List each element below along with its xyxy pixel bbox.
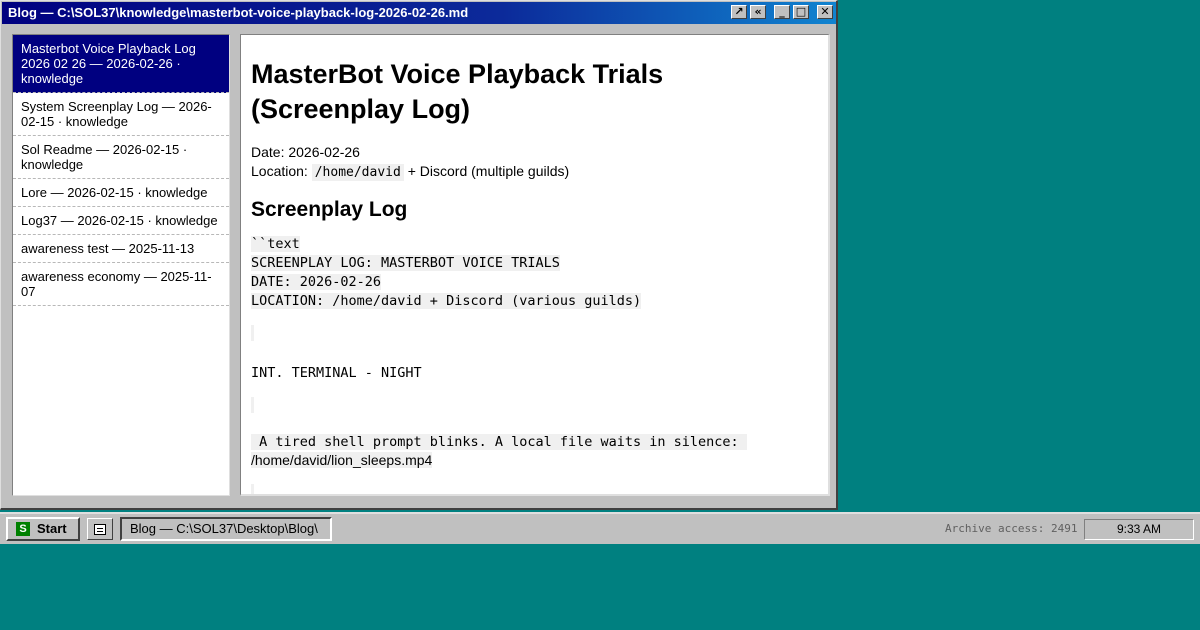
scene-paragraph: A tired shell prompt blinks. A local fil… <box>251 433 818 470</box>
window-controls: ↗ « _ □ ✕ <box>731 5 833 19</box>
system-clock[interactable]: 9:33 AM <box>1084 519 1194 540</box>
post-list-item-masterbot[interactable]: Masterbot Voice Playback Log 2026 02 26 … <box>13 35 229 93</box>
article-title: MasterBot Voice Playback Trials (Screenp… <box>251 59 664 124</box>
code-line: SCREENPLAY LOG: MASTERBOT VOICE TRIALS <box>251 255 560 271</box>
post-list-item-system-screenplay[interactable]: System Screenplay Log — 2026-02-15 · kno… <box>13 93 229 136</box>
section-heading: Screenplay Log <box>251 198 408 221</box>
minimize-button[interactable]: _ <box>774 5 790 19</box>
paragraph-text: A tired shell prompt blinks. A local fil… <box>251 434 747 450</box>
pin-icon[interactable]: ↗ <box>731 5 747 19</box>
archive-access-counter: Archive access: 2491 <box>945 522 1078 535</box>
start-button[interactable]: S Start <box>6 517 80 541</box>
code-block: ``text SCREENPLAY LOG: MASTERBOT VOICE T… <box>251 235 818 311</box>
article-view[interactable]: MasterBot Voice Playback Trials (Screenp… <box>240 34 830 496</box>
scene-heading: INT. TERMINAL - NIGHT <box>251 365 422 381</box>
location-code: /home/david <box>311 164 404 181</box>
start-logo-icon: S <box>16 522 30 536</box>
window-title: Blog — C:\SOL37\knowledge\masterbot-voic… <box>8 5 469 20</box>
paragraph-path: /home/david/lion_sleeps.mp4 <box>251 452 433 468</box>
blank-code-line <box>251 383 818 418</box>
taskbar-item-blog[interactable]: Blog — C:\SOL37\Desktop\Blog\ <box>120 517 332 541</box>
article-date: Date: 2026-02-26 <box>251 144 360 160</box>
maximize-button[interactable]: □ <box>793 5 809 19</box>
location-label: Location: <box>251 163 308 179</box>
taskbar: S Start Blog — C:\SOL37\Desktop\Blog\ Ar… <box>0 512 1200 544</box>
notes-icon <box>94 523 106 535</box>
post-list-item-log37[interactable]: Log37 — 2026-02-15 · knowledge <box>13 207 229 235</box>
blog-window: Blog — C:\SOL37\knowledge\masterbot-voic… <box>0 0 838 510</box>
close-button[interactable]: ✕ <box>817 5 833 19</box>
article-location: Location: /home/david + Discord (multipl… <box>251 162 818 182</box>
blank-code-line <box>251 470 818 494</box>
post-list-item-awareness-test[interactable]: awareness test — 2025-11-13 <box>13 235 229 263</box>
collapse-icon[interactable]: « <box>750 5 766 19</box>
location-suffix: + Discord (multiple guilds) <box>407 163 570 179</box>
post-list-item-awareness-economy[interactable]: awareness economy — 2025-11-07 <box>13 263 229 306</box>
post-list: Masterbot Voice Playback Log 2026 02 26 … <box>12 34 230 496</box>
code-line: DATE: 2026-02-26 <box>251 274 382 290</box>
quick-launch-notes-button[interactable] <box>87 518 113 540</box>
post-list-item-lore[interactable]: Lore — 2026-02-15 · knowledge <box>13 179 229 207</box>
post-list-item-sol-readme[interactable]: Sol Readme — 2026-02-15 · knowledge <box>13 136 229 179</box>
code-line: LOCATION: /home/david + Discord (various… <box>251 293 642 309</box>
window-titlebar[interactable]: Blog — C:\SOL37\knowledge\masterbot-voic… <box>2 2 836 24</box>
code-line: ``text <box>251 236 300 252</box>
blank-code-line <box>251 311 818 346</box>
start-label: Start <box>37 521 67 536</box>
